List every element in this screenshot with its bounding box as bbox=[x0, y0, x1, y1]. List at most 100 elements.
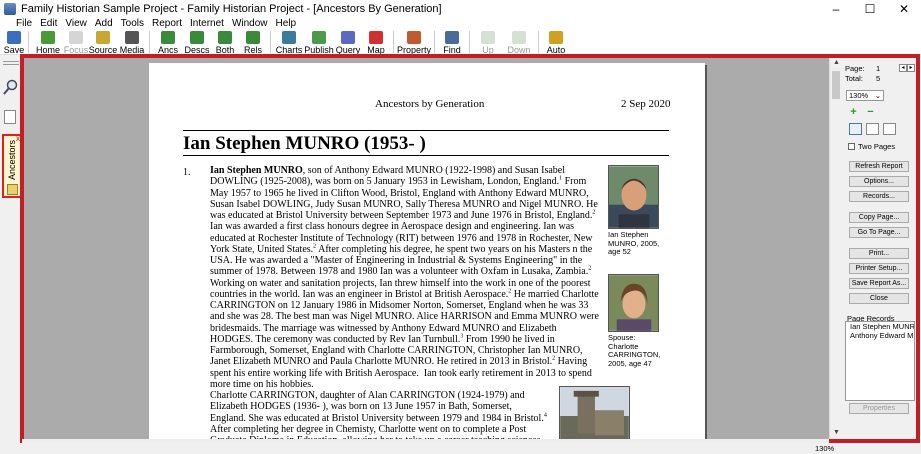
home-icon bbox=[41, 31, 55, 44]
zoom-value: 130% bbox=[849, 91, 869, 100]
focus-label: Focus bbox=[63, 45, 89, 55]
next-page-icon[interactable]: ▸ bbox=[907, 64, 915, 72]
publish-button[interactable]: Publish bbox=[304, 30, 334, 55]
query-button[interactable]: Query bbox=[334, 30, 362, 55]
person-photo[interactable] bbox=[608, 165, 659, 229]
rels-button[interactable]: Rels bbox=[239, 30, 267, 55]
document-icon[interactable] bbox=[4, 110, 16, 124]
toolbar-separator bbox=[149, 31, 150, 53]
ancs-button[interactable]: Ancs bbox=[153, 30, 183, 55]
list-item[interactable]: Anthony Edward MU bbox=[846, 331, 914, 340]
media-icon bbox=[125, 31, 139, 44]
go-to-page-button[interactable]: Go To Page... bbox=[849, 227, 909, 238]
menu-report[interactable]: Report bbox=[152, 18, 182, 29]
both-button[interactable]: Both bbox=[211, 30, 239, 55]
ancestors-tab[interactable]: x Ancestors bbox=[2, 134, 22, 198]
two-pages-checkbox[interactable]: Two Pages bbox=[848, 142, 895, 151]
list-item[interactable]: Ian Stephen MUNRO bbox=[846, 322, 914, 331]
scroll-thumb[interactable] bbox=[832, 71, 840, 99]
checkbox-box[interactable] bbox=[848, 143, 855, 150]
menu-tools[interactable]: Tools bbox=[121, 18, 144, 29]
menu-add[interactable]: Add bbox=[95, 18, 113, 29]
minimize-button[interactable]: – bbox=[819, 0, 853, 17]
query-label: Query bbox=[335, 45, 361, 55]
query-icon bbox=[341, 31, 355, 44]
publish-label: Publish bbox=[304, 45, 334, 55]
menu-help[interactable]: Help bbox=[276, 18, 297, 29]
report-header-date: 2 Sep 2020 bbox=[621, 98, 671, 110]
divider bbox=[183, 130, 669, 131]
find-button[interactable]: Find bbox=[438, 30, 466, 55]
descendants-icon bbox=[190, 31, 204, 44]
entry-number: 1. bbox=[183, 167, 191, 178]
menu-file[interactable]: File bbox=[16, 18, 32, 29]
records-button[interactable]: Records... bbox=[849, 191, 909, 202]
app-icon bbox=[4, 2, 16, 15]
two-page-icon[interactable] bbox=[883, 123, 896, 135]
scroll-up-icon[interactable]: ▲ bbox=[833, 59, 840, 66]
home-button[interactable]: Home bbox=[32, 30, 64, 55]
source-label: Source bbox=[88, 45, 118, 55]
ancestors-tab-label: Ancestors bbox=[7, 140, 17, 181]
close-button[interactable]: ✕ bbox=[887, 0, 921, 17]
copy-page-button[interactable]: Copy Page... bbox=[849, 212, 909, 223]
person-photo-caption: Ian Stephen MUNRO, 2005, age 52 bbox=[608, 230, 660, 256]
focus-button[interactable]: Focus bbox=[64, 30, 88, 55]
toolbar-separator bbox=[270, 31, 271, 53]
spouse-photo-caption: Spouse: Charlotte CARRINGTON, 2005, age … bbox=[608, 333, 661, 368]
zoom-out-icon[interactable]: − bbox=[866, 107, 875, 118]
report-preview[interactable]: Ancestors by Generation 2 Sep 2020 Ian S… bbox=[24, 58, 829, 439]
spouse-photo[interactable] bbox=[608, 274, 659, 332]
vertical-scrollbar[interactable]: ▲ ▼ bbox=[829, 58, 842, 439]
media-label: Media bbox=[119, 45, 145, 55]
window-title: Family Historian Sample Project - Family… bbox=[21, 2, 442, 15]
home-label: Home bbox=[35, 45, 60, 55]
down-button[interactable]: Down bbox=[503, 30, 535, 55]
descs-button[interactable]: Descs bbox=[183, 30, 211, 55]
refresh-report-button[interactable]: Refresh Report bbox=[849, 161, 909, 172]
down-label: Down bbox=[507, 45, 531, 55]
close-report-button[interactable]: Close bbox=[849, 293, 909, 304]
total-label: Total: bbox=[845, 74, 863, 83]
down-icon bbox=[512, 31, 526, 44]
title-bar: Family Historian Sample Project - Family… bbox=[0, 0, 921, 17]
charts-button[interactable]: Charts bbox=[274, 30, 304, 55]
auto-button[interactable]: Auto bbox=[542, 30, 570, 55]
toolbar: Save Home Focus Source Media Ancs Descs Both Rel… bbox=[0, 30, 921, 55]
options-button[interactable]: Options... bbox=[849, 176, 909, 187]
fit-page-icon[interactable] bbox=[866, 123, 879, 135]
page-records-list[interactable]: Ian Stephen MUNRO Anthony Edward MU bbox=[845, 321, 915, 401]
fit-width-icon[interactable] bbox=[849, 123, 862, 135]
church-photo[interactable] bbox=[559, 386, 630, 439]
properties-button[interactable]: Properties bbox=[849, 403, 909, 414]
map-button[interactable]: Map bbox=[362, 30, 390, 55]
prev-page-icon[interactable]: ◂ bbox=[899, 64, 907, 72]
ancestors-icon bbox=[161, 31, 175, 44]
total-value: 5 bbox=[876, 74, 881, 83]
printer-setup-button[interactable]: Printer Setup... bbox=[849, 263, 909, 274]
save-report-as-button[interactable]: Save Report As... bbox=[849, 278, 909, 289]
zoom-in-icon[interactable]: + bbox=[849, 107, 858, 118]
menu-internet[interactable]: Internet bbox=[190, 18, 224, 29]
property-button[interactable]: Property bbox=[397, 30, 431, 55]
report-page: Ancestors by Generation 2 Sep 2020 Ian S… bbox=[149, 63, 705, 439]
search-icon[interactable] bbox=[3, 79, 19, 95]
menu-view[interactable]: View bbox=[65, 18, 87, 29]
ancs-label: Ancs bbox=[157, 45, 178, 55]
maximize-button[interactable]: ☐ bbox=[853, 0, 887, 17]
zoom-select[interactable]: 130% ⌄ bbox=[846, 90, 884, 101]
publish-icon bbox=[312, 31, 326, 44]
charts-label: Charts bbox=[275, 45, 303, 55]
scroll-down-icon[interactable]: ▼ bbox=[833, 429, 840, 436]
save-button[interactable]: Save bbox=[3, 30, 25, 55]
pane-grip bbox=[3, 61, 19, 62]
relatives-icon bbox=[246, 31, 260, 44]
media-button[interactable]: Media bbox=[118, 30, 146, 55]
menu-edit[interactable]: Edit bbox=[40, 18, 57, 29]
print-button[interactable]: Print... bbox=[849, 248, 909, 259]
source-icon bbox=[96, 31, 110, 44]
up-button[interactable]: Up bbox=[473, 30, 503, 55]
menu-bar: File Edit View Add Tools Report Internet… bbox=[0, 17, 921, 30]
menu-window[interactable]: Window bbox=[232, 18, 268, 29]
source-button[interactable]: Source bbox=[88, 30, 118, 55]
